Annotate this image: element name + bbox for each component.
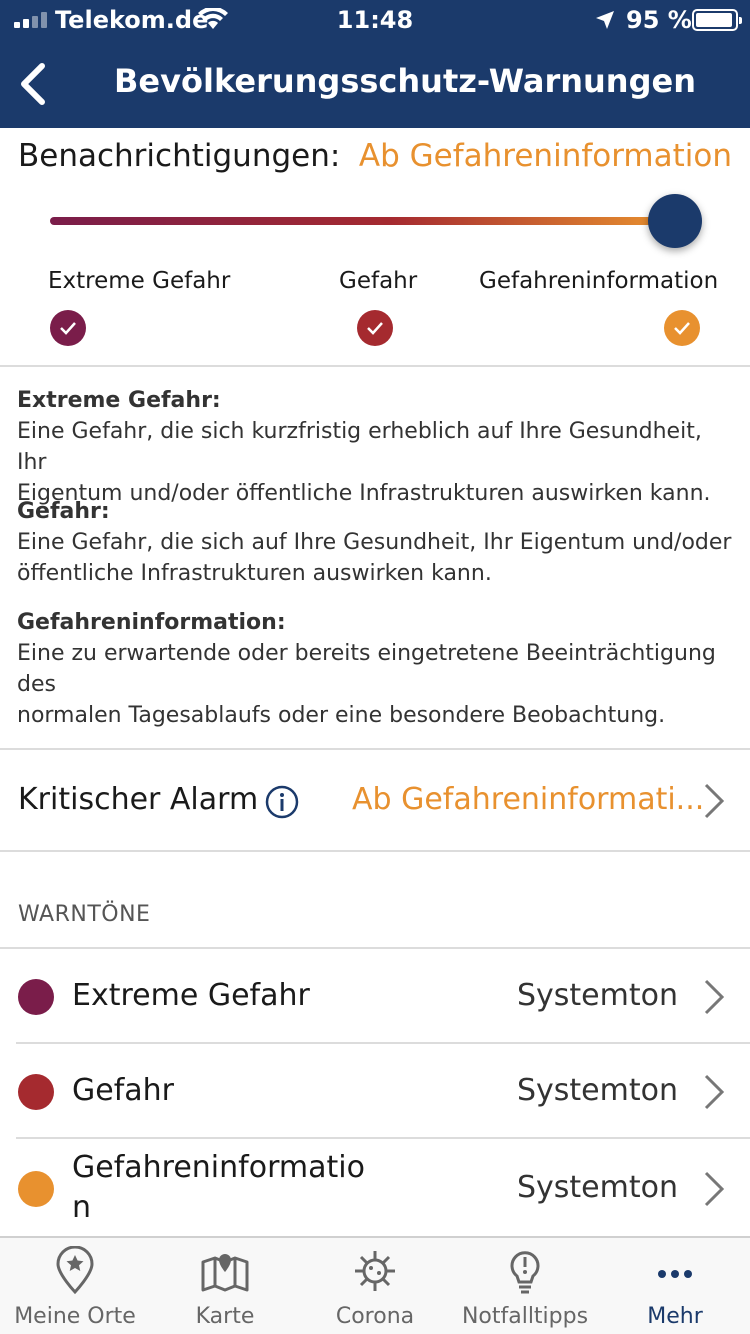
- page-title: Bevölkerungsschutz-Warnungen: [114, 62, 696, 100]
- tone-value: Systemton: [516, 1073, 678, 1108]
- map-icon: [201, 1254, 249, 1292]
- definition-info: Gefahreninformation: Eine zu erwartende …: [17, 607, 733, 731]
- tab-label: Notfalltipps: [461, 1304, 589, 1329]
- notifications-value: Ab Gefahreninformation: [358, 138, 732, 174]
- definition-line: normalen Tagesablaufs oder eine besonder…: [17, 703, 666, 728]
- tone-name-wrap: n: [72, 1190, 92, 1225]
- chevron-right-icon: [704, 979, 725, 1015]
- definition-line: öffentliche Infrastrukturen auswirken ka…: [17, 561, 492, 586]
- level-label-danger: Gefahr: [339, 268, 418, 294]
- chevron-right-icon: [704, 1074, 725, 1110]
- location-pin-star-icon: [56, 1246, 94, 1295]
- status-bar: Telekom.de 11:48 95 %: [0, 0, 750, 40]
- divider: [0, 947, 750, 949]
- chevron-right-icon: [704, 783, 725, 819]
- back-chevron-icon[interactable]: [14, 60, 54, 108]
- more-dots-icon: [658, 1270, 692, 1278]
- divider: [0, 748, 750, 750]
- tab-label: Karte: [195, 1304, 255, 1329]
- divider: [0, 850, 750, 852]
- critical-alarm-value: Ab Gefahreninformati...: [352, 782, 705, 817]
- level-label-extreme: Extreme Gefahr: [48, 268, 231, 294]
- check-extreme-icon: [50, 310, 86, 346]
- definition-title: Extreme Gefahr:: [17, 388, 221, 413]
- tab-label: Mehr: [647, 1304, 703, 1329]
- tone-name: Gefahreninformatio: [72, 1150, 365, 1185]
- level-label-info: Gefahreninformation: [479, 268, 719, 294]
- critical-alarm-label: Kritischer Alarm: [18, 782, 259, 817]
- info-icon[interactable]: [265, 785, 299, 819]
- definition-line: Eine Gefahr, die sich auf Ihre Gesundhei…: [17, 530, 732, 555]
- notification-slider-knob[interactable]: [648, 194, 702, 248]
- divider: [16, 1137, 750, 1139]
- tab-label: Corona: [335, 1304, 415, 1329]
- tone-name: Gefahr: [72, 1073, 174, 1108]
- tab-notfalltipps[interactable]: Notfalltipps: [450, 1238, 600, 1334]
- notifications-label: Benachrichtigungen:: [18, 138, 341, 174]
- tone-color-dot: [18, 979, 54, 1015]
- divider: [0, 365, 750, 367]
- tone-color-dot: [18, 1074, 54, 1110]
- tone-value: Systemton: [516, 978, 678, 1013]
- check-info-icon: [664, 310, 700, 346]
- tab-bar: Meine Orte Karte Corona Notfalltipps Meh…: [0, 1236, 750, 1334]
- warning-tones-heading: WARNTÖNE: [18, 902, 151, 927]
- tab-mehr[interactable]: Mehr: [600, 1238, 750, 1334]
- definition-danger: Gefahr: Eine Gefahr, die sich auf Ihre G…: [17, 496, 733, 589]
- tone-name: Extreme Gefahr: [72, 978, 310, 1013]
- definition-extreme: Extreme Gefahr: Eine Gefahr, die sich ku…: [17, 385, 733, 509]
- tab-karte[interactable]: Karte: [150, 1238, 300, 1334]
- virus-icon: [355, 1251, 395, 1291]
- notification-slider-track[interactable]: [50, 217, 670, 225]
- battery-icon: [692, 9, 742, 31]
- divider: [16, 1042, 750, 1044]
- top-bar: Telekom.de 11:48 95 % Bevölkerungsschutz…: [0, 0, 750, 128]
- tab-corona[interactable]: Corona: [300, 1238, 450, 1334]
- tab-meine-orte[interactable]: Meine Orte: [0, 1238, 150, 1334]
- definition-title: Gefahreninformation:: [17, 610, 286, 635]
- definition-line: Eine Gefahr, die sich kurzfristig erhebl…: [17, 419, 702, 475]
- chevron-right-icon: [704, 1171, 725, 1207]
- check-danger-icon: [357, 310, 393, 346]
- battery-percentage: 95 %: [626, 6, 692, 34]
- tab-label: Meine Orte: [14, 1304, 136, 1329]
- definition-line: Eine zu erwartende oder bereits eingetre…: [17, 641, 716, 697]
- tone-value: Systemton: [516, 1170, 678, 1205]
- lightbulb-icon: [510, 1251, 540, 1294]
- definition-title: Gefahr:: [17, 499, 110, 524]
- location-arrow-icon: [596, 11, 614, 29]
- tone-color-dot: [18, 1171, 54, 1207]
